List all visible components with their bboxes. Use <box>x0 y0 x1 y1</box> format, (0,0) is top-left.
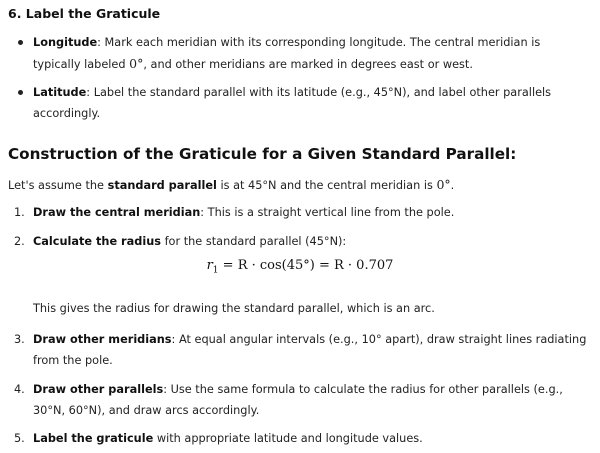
bullet-latitude: Latitude: Label the standard parallel wi… <box>18 82 588 124</box>
step-item: 4. Draw other parallels: Use the same fo… <box>14 379 589 421</box>
step-term: Draw other meridians <box>33 333 172 346</box>
intro-text: Let's assume the <box>8 179 108 192</box>
intro-paragraph: Let's assume the standard parallel is at… <box>8 174 454 196</box>
section-heading: 6. Label the Graticule <box>8 6 161 21</box>
step-term: Calculate the radius <box>33 235 161 248</box>
step-text: with appropriate latitude and longitude … <box>153 432 423 445</box>
step-number: 2. <box>14 235 25 248</box>
equation-rhs: = R · cos(45°) = R · 0.707 <box>218 258 394 273</box>
radius-equation: r1 = R · cos(45°) = R · 0.707 <box>0 258 600 276</box>
step-term: Draw the central meridian <box>33 206 201 219</box>
math-inline: 0° <box>436 177 451 192</box>
bullet-term: Longitude <box>33 36 98 49</box>
step-term: Label the graticule <box>33 432 154 445</box>
step-term: Draw other parallels <box>33 383 164 396</box>
step-item: 5. Label the graticule with appropriate … <box>14 428 589 449</box>
construction-heading: Construction of the Graticule for a Give… <box>8 145 517 163</box>
bullet-dot <box>18 40 23 45</box>
step-number: 3. <box>14 333 25 346</box>
bullet-term: Latitude <box>33 86 87 99</box>
intro-text-end: . <box>450 179 455 192</box>
bullet-text-end: , and other meridians are marked in degr… <box>143 58 473 71</box>
step-number: 1. <box>14 206 25 219</box>
intro-term: standard parallel <box>107 179 217 192</box>
step-item: 1. Draw the central meridian: This is a … <box>14 202 589 223</box>
bullet-longitude: Longitude: Mark each meridian with its c… <box>18 32 588 75</box>
step-text: for the standard parallel (45°N): <box>160 235 347 248</box>
radius-note: This gives the radius for drawing the st… <box>33 302 435 315</box>
step-item: 2. Calculate the radius for the standard… <box>14 231 589 252</box>
step-number: 5. <box>14 432 25 445</box>
step-number: 4. <box>14 383 25 396</box>
step-item: 3. Draw other meridians: At equal angula… <box>14 329 589 371</box>
bullet-text: : Label the standard parallel with its l… <box>33 86 552 120</box>
step-text: : This is a straight vertical line from … <box>200 206 455 219</box>
math-inline: 0° <box>129 56 144 71</box>
bullet-dot <box>18 90 23 95</box>
intro-text-mid: is at 45°N and the central meridian is <box>216 179 437 192</box>
